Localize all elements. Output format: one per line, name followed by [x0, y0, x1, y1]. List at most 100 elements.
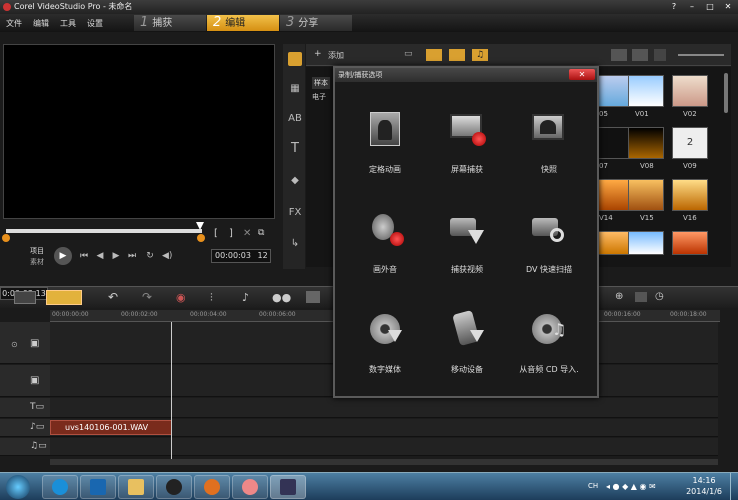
timeline-scrollbar[interactable] — [50, 459, 718, 465]
taskbar-monitor-icon[interactable] — [80, 475, 116, 499]
repeat-icon[interactable]: ↻ — [145, 251, 155, 261]
transition-icon[interactable]: AB — [288, 112, 302, 126]
thumbnail[interactable] — [628, 179, 664, 211]
help-icon[interactable]: ? — [666, 1, 682, 12]
thumbnail[interactable]: 2 — [672, 127, 708, 159]
record-capture-icon[interactable]: ◉ — [176, 291, 186, 304]
step-share-tab[interactable]: 3 分享 — [280, 15, 352, 31]
zoom-in-icon[interactable]: ⊕ — [615, 291, 623, 302]
thumbnail-view-icon[interactable] — [632, 49, 648, 61]
split-icon[interactable]: ✕ — [243, 228, 251, 239]
taskbar-qq-icon[interactable] — [156, 475, 192, 499]
track-visibility-icon[interactable]: ⊙ — [11, 340, 18, 349]
thumbnail[interactable] — [628, 75, 664, 107]
music-track-icon: ♫▭ — [30, 441, 47, 451]
sound-mixer-icon[interactable]: ⫶ — [210, 291, 213, 305]
list-view-icon[interactable] — [611, 49, 627, 61]
menu-file[interactable]: 文件 — [6, 18, 22, 29]
dialog-close-button[interactable]: ✕ — [569, 69, 595, 80]
option-mobile-device[interactable]: 移动设备 — [427, 309, 507, 400]
option-stop-motion[interactable]: 定格动画 — [345, 110, 425, 200]
instant-project-icon[interactable]: ▦ — [288, 82, 302, 96]
thumbnail[interactable] — [628, 231, 664, 255]
preview-window[interactable] — [3, 44, 275, 219]
taskbar-app-icon[interactable] — [232, 475, 268, 499]
option-digital-media[interactable]: 数字媒体 — [345, 310, 425, 400]
library-scrollbar[interactable] — [724, 73, 728, 113]
preview-timecode[interactable]: 00:00:03 12 — [211, 249, 271, 263]
taskbar-media-icon[interactable] — [194, 475, 230, 499]
minimize-button[interactable]: – — [684, 1, 700, 12]
mode-project[interactable]: 项目 — [30, 246, 44, 256]
trim-start-handle[interactable] — [2, 234, 10, 242]
mark-out-button[interactable]: ] — [229, 228, 233, 239]
taskbar-videostudio-icon[interactable] — [270, 475, 306, 499]
thumbnail[interactable] — [672, 75, 708, 107]
start-button[interactable] — [6, 475, 30, 499]
undo-icon[interactable]: ↶ — [108, 290, 118, 304]
input-language[interactable]: CH — [588, 482, 598, 490]
scrubber-bar[interactable] — [6, 229, 202, 233]
menu-tools[interactable]: 工具 — [60, 18, 76, 29]
timeline-cursor[interactable] — [171, 322, 172, 462]
step-edit-tab[interactable]: 2 编辑 — [207, 15, 279, 31]
show-audio-icon[interactable]: ♫ — [472, 49, 488, 61]
enlarge-icon[interactable]: ⧉ — [258, 228, 264, 238]
menu-settings[interactable]: 设置 — [87, 18, 103, 29]
subtitle-icon[interactable] — [306, 291, 320, 303]
graphic-icon[interactable]: ◆ — [288, 174, 302, 188]
media-icon[interactable] — [288, 52, 302, 66]
music-track[interactable] — [50, 438, 718, 456]
close-button[interactable]: ✕ — [720, 1, 736, 12]
go-end-icon[interactable]: ⏭ — [127, 251, 137, 261]
redo-icon[interactable]: ↷ — [142, 290, 152, 304]
mark-in-button[interactable]: [ — [214, 228, 218, 239]
option-snapshot[interactable]: 快照 — [509, 110, 589, 200]
sort-icon[interactable] — [654, 49, 666, 61]
mode-clip[interactable]: 素材 — [30, 257, 44, 267]
option-audio-cd-import[interactable]: ♫ 从音频 CD 导入. — [509, 310, 589, 400]
option-dv-quick-scan[interactable]: DV 快速扫描 — [509, 210, 589, 300]
menu-edit[interactable]: 编辑 — [33, 18, 49, 29]
thumbnail[interactable] — [628, 127, 664, 159]
thumbnail[interactable] — [672, 231, 708, 255]
add-label[interactable]: 添加 — [328, 50, 344, 61]
import-folder-icon[interactable]: ▭ — [404, 49, 413, 59]
title-track[interactable] — [50, 398, 718, 418]
timeline-view-icon[interactable] — [46, 290, 82, 305]
title-icon[interactable]: T — [288, 142, 302, 156]
option-capture-video[interactable]: 捕获视频 — [427, 210, 507, 300]
prev-frame-icon[interactable]: ◀ — [95, 251, 105, 261]
folder-electronic[interactable]: 电子 — [312, 92, 326, 102]
maximize-button[interactable]: □ — [702, 1, 718, 12]
audio-clip[interactable]: uvs140106-001.WAV — [50, 420, 172, 435]
go-start-icon[interactable]: ⏮ — [79, 251, 89, 261]
show-photo-icon[interactable] — [449, 49, 465, 61]
filter-icon[interactable]: FX — [288, 206, 302, 220]
add-folder-icon[interactable]: + — [314, 49, 322, 59]
show-desktop-button[interactable] — [730, 473, 738, 500]
storyboard-view-icon[interactable] — [14, 291, 36, 304]
trim-end-handle[interactable] — [197, 234, 205, 242]
tray-icons[interactable]: ◂ ● ◆ ▲ ◉ ✉ — [606, 482, 656, 491]
volume-icon[interactable]: ◀) — [162, 251, 172, 261]
motion-tracking-icon[interactable]: ●● — [272, 291, 291, 304]
next-frame-icon[interactable]: ▶ — [111, 251, 121, 261]
auto-music-icon[interactable]: ♪ — [242, 291, 249, 304]
step-capture-tab[interactable]: 1 捕获 — [134, 15, 206, 31]
path-icon[interactable]: ↳ — [288, 237, 302, 251]
dv-scan-icon — [528, 210, 570, 250]
zoom-slider[interactable] — [678, 54, 724, 56]
option-screen-capture[interactable]: 屏幕捕获 — [427, 110, 507, 200]
play-button[interactable]: ▶ — [54, 247, 72, 265]
project-duration-icon[interactable]: ◷ — [655, 291, 664, 302]
show-video-icon[interactable] — [426, 49, 442, 61]
taskbar-explorer-icon[interactable] — [118, 475, 154, 499]
folder-samples[interactable]: 样本 — [312, 77, 330, 89]
thumbnail[interactable] — [672, 179, 708, 211]
voice-track-header: ♪▭ — [0, 419, 50, 437]
system-clock[interactable]: 14:16 2014/1/6 — [686, 475, 722, 497]
fit-project-icon[interactable] — [635, 292, 647, 302]
taskbar-sogou-icon[interactable] — [42, 475, 78, 499]
option-voiceover[interactable]: 画外音 — [345, 210, 425, 300]
